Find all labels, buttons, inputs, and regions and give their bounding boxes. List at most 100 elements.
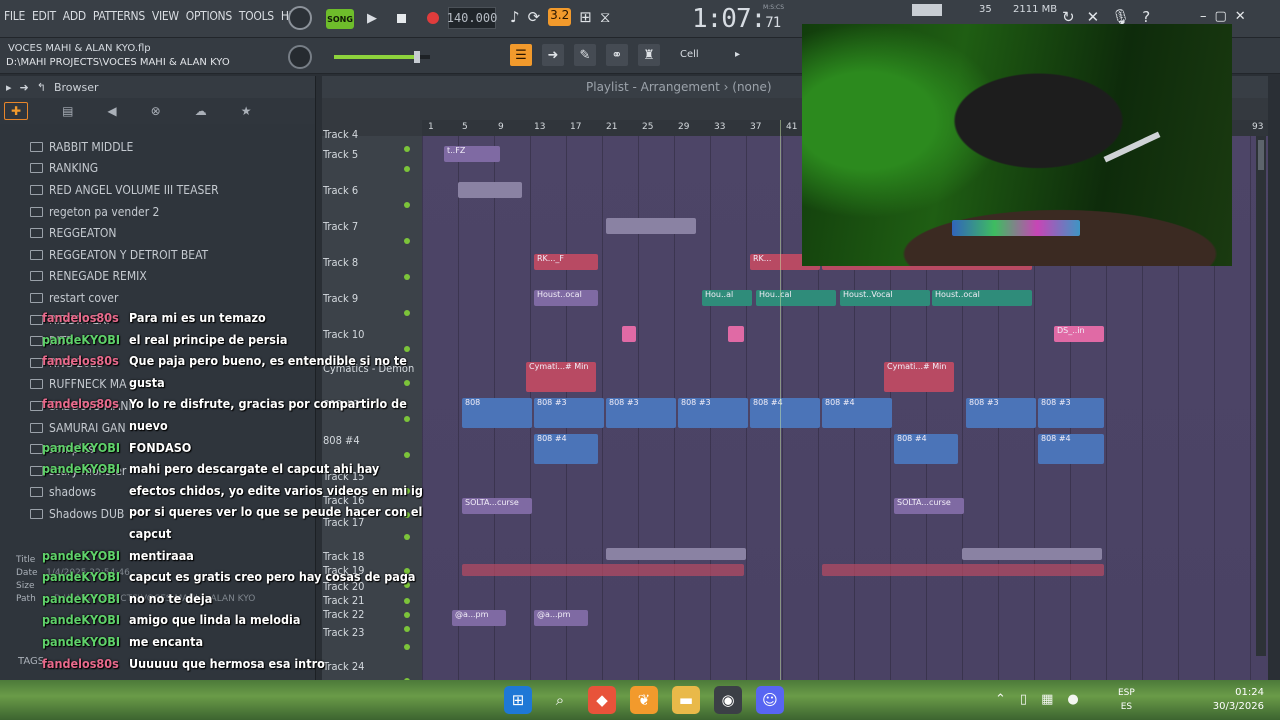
arrow-right-icon[interactable]: ➜ <box>20 81 29 94</box>
clip[interactable]: RK..._F <box>534 254 598 270</box>
taskbar-clock[interactable]: 01:24 30/3/2026 <box>1208 686 1264 714</box>
start-icon[interactable]: ⊞ <box>504 686 532 714</box>
maximize-icon[interactable]: ▢ <box>1215 9 1227 24</box>
clip[interactable] <box>462 564 744 576</box>
menu-edit[interactable]: EDIT <box>32 9 56 23</box>
clip[interactable]: Hou..cal <box>756 290 836 306</box>
folder-item[interactable]: RED ANGEL VOLUME III TEASER <box>30 179 219 201</box>
master-knob[interactable] <box>288 6 312 30</box>
folder-item[interactable]: REGGEATON Y DETROIT BEAT <box>30 244 219 266</box>
metronome-icon[interactable]: ♪ <box>510 8 520 26</box>
menu-patterns[interactable]: PATTERNS <box>93 9 145 23</box>
track-mute-led[interactable] <box>404 166 410 172</box>
brave-icon[interactable]: ◆ <box>588 686 616 714</box>
arrow-icon[interactable]: ➜ <box>542 44 564 66</box>
loop-icon[interactable]: ⟳ <box>528 8 541 26</box>
clip[interactable]: 808 #3 <box>1038 398 1104 428</box>
slider-thumb[interactable] <box>414 51 420 63</box>
language-indicator[interactable]: ESP ES <box>1118 686 1135 714</box>
clip[interactable]: 808 #4 <box>1038 434 1104 464</box>
clip[interactable]: SOLTA...curse <box>894 498 964 514</box>
track-name[interactable]: Track 4 <box>323 128 358 141</box>
clip[interactable]: @a...pm <box>452 610 506 626</box>
close-icon[interactable]: ✕ <box>1235 9 1246 24</box>
link-icon[interactable]: ⚭ <box>606 44 628 66</box>
clip[interactable]: 808 #4 <box>750 398 820 428</box>
keyboard-icon[interactable]: ▦ <box>1041 692 1053 707</box>
clip[interactable]: 808 #3 <box>966 398 1036 428</box>
clip[interactable]: Cymati...# Min <box>526 362 596 392</box>
folder-item[interactable]: regeton pa vender 2 <box>30 201 219 223</box>
tab-favorites-icon[interactable]: ★ <box>241 104 252 118</box>
clip[interactable] <box>458 182 522 198</box>
track-mute-led[interactable] <box>404 146 410 152</box>
back-icon[interactable]: ↰ <box>37 81 46 94</box>
track-mute-led[interactable] <box>404 274 410 280</box>
tab-samples-icon[interactable]: ⊗ <box>151 104 161 118</box>
clip[interactable]: 808 <box>462 398 532 428</box>
usb-icon[interactable]: ▯ <box>1020 692 1027 707</box>
clip[interactable]: Houst..Vocal <box>840 290 930 306</box>
menu-view[interactable]: VIEW <box>152 9 179 23</box>
clip[interactable] <box>606 218 696 234</box>
playhead[interactable] <box>780 120 781 680</box>
master-volume-slider[interactable] <box>334 51 430 63</box>
record-button[interactable] <box>422 6 444 30</box>
clip[interactable]: 808 #3 <box>534 398 604 428</box>
mic-tray-icon[interactable]: ● <box>1067 692 1078 707</box>
menu-add[interactable]: ADD <box>63 9 86 23</box>
tempo-display[interactable]: 140.000 <box>447 7 497 29</box>
clip[interactable] <box>728 326 744 342</box>
song-mode-button[interactable]: SONG <box>326 9 354 29</box>
minimize-icon[interactable]: – <box>1200 9 1207 24</box>
track-name[interactable]: Track 5 <box>323 148 358 161</box>
wait-icon[interactable]: ⧖ <box>600 8 611 26</box>
obs-icon[interactable]: ◉ <box>714 686 742 714</box>
clip[interactable]: 808 #4 <box>822 398 892 428</box>
discord-icon[interactable]: ☺ <box>756 686 784 714</box>
vertical-scrollbar[interactable] <box>1256 136 1266 656</box>
track-name[interactable]: Track 9 <box>323 292 358 305</box>
clip[interactable] <box>606 548 746 560</box>
folder-item[interactable]: RENEGADE REMIX <box>30 266 219 288</box>
playlist-icon[interactable]: ☰ <box>510 44 532 66</box>
clip[interactable]: SOLTA...curse <box>462 498 532 514</box>
tab-files-icon[interactable]: ▤ <box>62 104 73 118</box>
fl-studio-icon[interactable]: ❦ <box>630 686 658 714</box>
tab-plugins-icon[interactable]: ◀ <box>107 104 116 118</box>
menu-tools[interactable]: TOOLS <box>239 9 274 23</box>
clip[interactable]: @a...pm <box>534 610 588 626</box>
clip[interactable]: t..FZ <box>444 146 500 162</box>
folder-item[interactable]: restart cover <box>30 287 219 309</box>
folder-item[interactable]: RABBIT MIDDLE <box>30 136 219 158</box>
clip[interactable]: Cymati...# Min <box>884 362 954 392</box>
play-button[interactable]: ▶ <box>360 6 384 30</box>
track-mute-led[interactable] <box>404 202 410 208</box>
snap-select[interactable]: Cell <box>680 49 740 60</box>
clip[interactable]: Houst..ocal <box>534 290 598 306</box>
pitch-knob[interactable] <box>288 45 312 69</box>
clip[interactable]: 808 #4 <box>894 434 958 464</box>
clip[interactable] <box>622 326 636 342</box>
menu-options[interactable]: OPTIONS <box>186 9 232 23</box>
tab-all[interactable]: ✚ <box>4 102 29 120</box>
stamp-icon[interactable]: ♜ <box>638 44 660 66</box>
expand-icon[interactable]: ▸ <box>6 81 12 94</box>
clip[interactable] <box>962 548 1102 560</box>
track-name[interactable]: Track 8 <box>323 256 358 269</box>
clip[interactable]: 808 #4 <box>534 434 598 464</box>
track-name[interactable]: Track 7 <box>323 220 358 233</box>
track-mute-led[interactable] <box>404 238 410 244</box>
stop-button[interactable] <box>390 6 412 30</box>
brush-icon[interactable]: ✎ <box>574 44 596 66</box>
clip[interactable]: 808 #3 <box>606 398 676 428</box>
track-name[interactable]: Track 6 <box>323 184 358 197</box>
step-icon[interactable]: ⊞ <box>579 8 592 26</box>
file-explorer-icon[interactable]: ▬ <box>672 686 700 714</box>
tab-cloud-icon[interactable]: ☁ <box>195 104 207 118</box>
chevron-up-icon[interactable]: ⌃ <box>995 692 1006 707</box>
folder-item[interactable]: RANKING <box>30 158 219 180</box>
pattern-count-button[interactable]: 3.2 <box>548 8 572 26</box>
clip[interactable]: Houst..ocal <box>932 290 1032 306</box>
clip[interactable] <box>822 564 1104 576</box>
